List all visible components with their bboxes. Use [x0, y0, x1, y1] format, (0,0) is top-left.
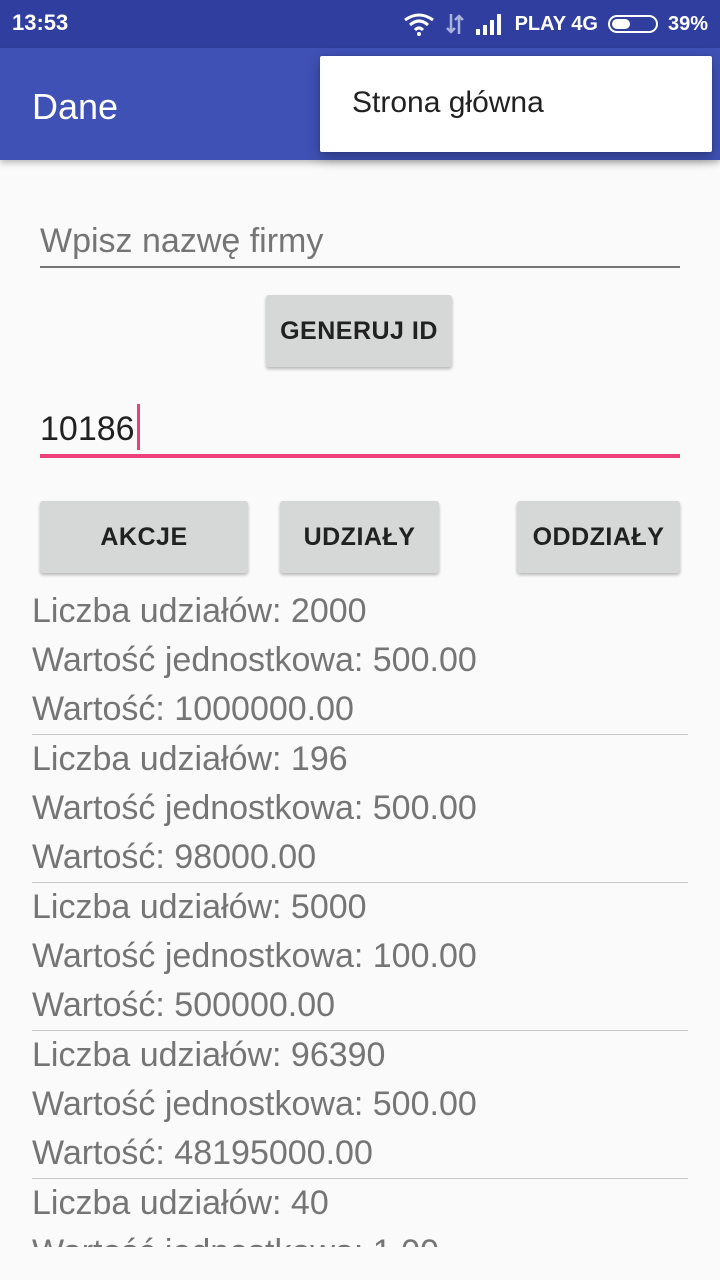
- id-input-value: 10186: [40, 409, 135, 448]
- status-icons: PLAY 4G 39%: [403, 10, 708, 38]
- id-input[interactable]: 10186: [40, 398, 680, 458]
- unit-value: Wartość jednostkowa: 100.00: [32, 937, 477, 975]
- oddzialy-button[interactable]: ODDZIAŁY: [517, 501, 680, 573]
- shares-list[interactable]: Liczba udziałów: 2000 Wartość jednostkow…: [32, 587, 688, 1247]
- battery-icon: [607, 15, 658, 33]
- wifi-icon: [403, 13, 434, 36]
- total-value: Wartość: 500000.00: [32, 986, 336, 1024]
- unit-value: Wartość jednostkowa: 1.00: [32, 1228, 688, 1247]
- battery-percent: 39%: [667, 12, 708, 35]
- text-cursor: [136, 404, 140, 450]
- shares-count: Liczba udziałów: 40: [32, 1184, 329, 1222]
- udzialy-button[interactable]: UDZIAŁY: [280, 501, 439, 573]
- data-transfer-icon: [445, 14, 464, 34]
- generate-id-button[interactable]: GENERUJ ID: [266, 295, 452, 367]
- status-time: 13:53: [12, 10, 69, 35]
- unit-value: Wartość jednostkowa: 500.00: [32, 789, 477, 827]
- shares-count: Liczba udziałów: 5000: [32, 888, 367, 926]
- shares-count: Liczba udziałów: 2000: [32, 592, 367, 630]
- company-name-placeholder: Wpisz nazwę firmy: [40, 222, 324, 260]
- shares-count: Liczba udziałów: 196: [32, 740, 348, 778]
- carrier-label: PLAY 4G: [514, 12, 598, 35]
- signal-icon: [475, 14, 501, 35]
- shares-count: Liczba udziałów: 96390: [32, 1036, 386, 1074]
- overflow-menu: Strona główna: [320, 56, 712, 152]
- company-name-input[interactable]: Wpisz nazwę firmy: [40, 212, 680, 268]
- total-value: Wartość: 98000.00: [32, 838, 317, 876]
- akcje-button[interactable]: AKCJE: [40, 501, 248, 573]
- total-value: Wartość: 48195000.00: [32, 1134, 373, 1172]
- list-item[interactable]: Liczba udziałów: 96390 Wartość jednostko…: [32, 1031, 688, 1179]
- total-value: Wartość: 1000000.00: [32, 690, 354, 728]
- unit-value: Wartość jednostkowa: 500.00: [32, 641, 477, 679]
- list-item[interactable]: Liczba udziałów: 2000 Wartość jednostkow…: [32, 587, 688, 735]
- list-item[interactable]: Liczba udziałów: 196 Wartość jednostkowa…: [32, 735, 688, 883]
- unit-value: Wartość jednostkowa: 500.00: [32, 1085, 477, 1123]
- list-item[interactable]: Liczba udziałów: 40 Wartość jednostkowa:…: [32, 1179, 688, 1247]
- list-item[interactable]: Liczba udziałów: 5000 Wartość jednostkow…: [32, 883, 688, 1031]
- menu-item-home[interactable]: Strona główna: [352, 86, 544, 120]
- page-title: Dane: [32, 86, 119, 127]
- status-bar: 13:53 PLAY 4G 39%: [0, 0, 720, 48]
